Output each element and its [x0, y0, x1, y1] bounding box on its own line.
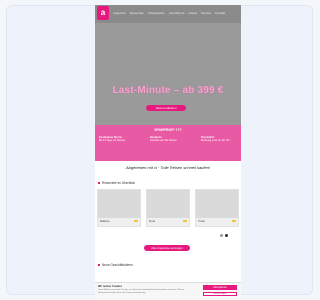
cookie-accept-button[interactable]: Akzeptieren: [203, 285, 237, 290]
destination-card[interactable]: Kreta: [146, 189, 190, 227]
main-navigation: Angebote Reiseziele Urlaubsarten Last Mi…: [113, 11, 225, 15]
nav-item[interactable]: Kontakt: [215, 11, 225, 15]
promo-column-text: Garantie auf alle Reisen: [150, 139, 177, 142]
destination-image: [147, 190, 189, 218]
hero-title: Last-Minute – ab 399 €: [112, 85, 224, 96]
promo-column-text: Beratung rund um die Uhr: [201, 139, 230, 142]
nav-item[interactable]: Last Minute: [169, 11, 185, 15]
destination-card[interactable]: Mallorca: [97, 189, 141, 227]
hero-banner: Last-Minute – ab 399 € Jetzt entdecken: [95, 23, 241, 125]
show-all-button[interactable]: Alle Angebote anzeigen: [144, 245, 190, 251]
tagline: Abgeheben mit vi · Tolle Reisen schnell …: [125, 165, 211, 170]
promo-band: SPARPROFI ??? Kostenlose Storno Bis 14 T…: [95, 125, 241, 161]
rating-stars-icon: [134, 220, 138, 222]
cookie-text: Diese Website verwendet Cookies, um Ihne…: [98, 289, 185, 294]
destination-image: [196, 190, 238, 218]
carousel-dot-active[interactable]: [225, 234, 228, 237]
cookie-settings-button[interactable]: Einstellungen: [203, 292, 237, 296]
destination-label: Mallorca: [100, 220, 110, 223]
rating-stars-icon: [232, 220, 236, 222]
nav-item[interactable]: Service: [201, 11, 211, 15]
website-preview: a Angebote Reiseziele Urlaubsarten Last …: [95, 5, 241, 300]
destination-label: Türkei: [198, 220, 205, 223]
carousel-dots: [220, 234, 228, 237]
promo-column: Persönlich Beratung rund um die Uhr: [201, 136, 237, 142]
hero-cta-button[interactable]: Jetzt entdecken: [146, 105, 186, 111]
section-title: Reiseziele im Überblick: [98, 181, 135, 185]
promo-column: Bestpreis Garantie auf alle Reisen: [150, 136, 186, 142]
nav-item[interactable]: Hotels: [188, 11, 197, 15]
carousel-dot[interactable]: [220, 234, 223, 237]
promo-title: SPARPROFI ???: [154, 128, 182, 132]
destination-image: [98, 190, 140, 218]
destination-card[interactable]: Türkei: [195, 189, 239, 227]
promo-column-text: Bis 14 Tage vor Abreise: [99, 139, 126, 142]
top-navigation-bar: a Angebote Reiseziele Urlaubsarten Last …: [95, 5, 241, 23]
nav-item[interactable]: Angebote: [113, 11, 126, 15]
rating-stars-icon: [183, 220, 187, 222]
destination-label: Kreta: [149, 220, 155, 223]
brand-logo[interactable]: a: [97, 6, 109, 20]
cookie-banner: Wir nutzen Cookies Diese Website verwend…: [95, 282, 241, 300]
nav-item[interactable]: Urlaubsarten: [148, 11, 165, 15]
promo-column: Kostenlose Storno Bis 14 Tage vor Abreis…: [99, 136, 135, 142]
section-title: Neue Geschäftsideen: [98, 263, 133, 267]
nav-item[interactable]: Reiseziele: [130, 11, 144, 15]
cookie-title: Wir nutzen Cookies: [98, 285, 123, 288]
